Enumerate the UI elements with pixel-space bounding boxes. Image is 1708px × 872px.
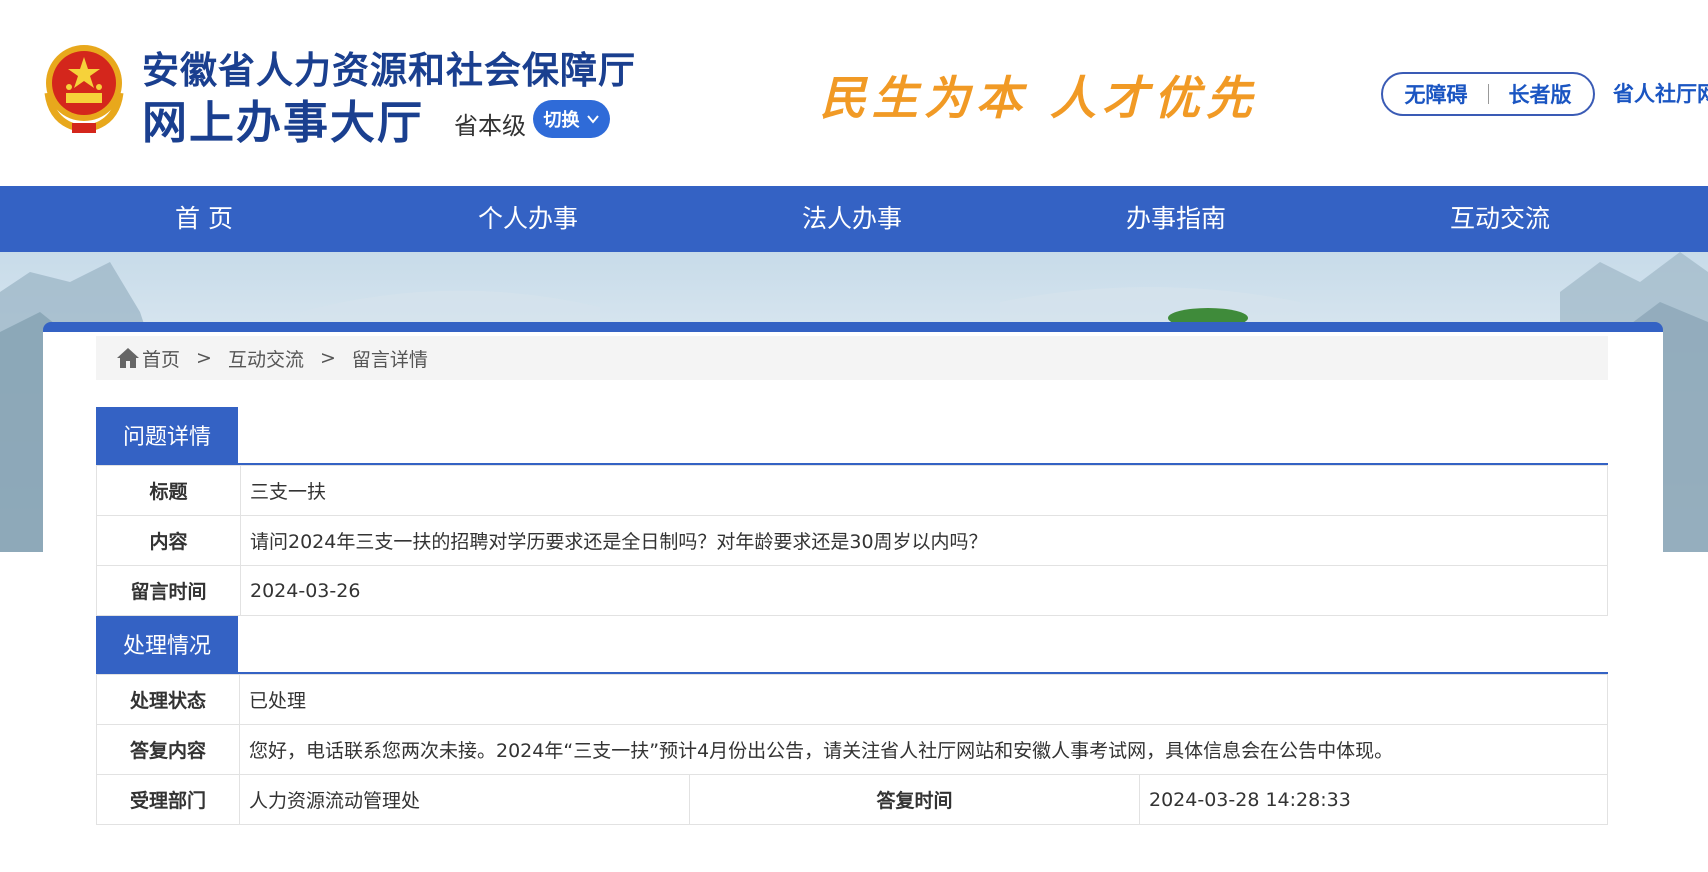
national-emblem-icon xyxy=(42,43,126,136)
breadcrumb-home[interactable]: 首页 xyxy=(116,345,180,372)
table-row: 处理状态 已处理 xyxy=(96,674,1608,725)
message-time-value: 2024-03-26 xyxy=(240,565,1608,616)
table-row: 内容 请问2024年三支一扶的招聘对学历要求还是全日制吗？对年龄要求还是30周岁… xyxy=(96,515,1608,566)
elder-mode-link[interactable]: 长者版 xyxy=(1509,79,1572,109)
department-label: 受理部门 xyxy=(96,774,240,825)
table-row: 受理部门 人力资源流动管理处 答复时间 2024-03-28 14:28:33 xyxy=(96,774,1608,825)
nav-item-corporate[interactable]: 法人办事 xyxy=(752,186,952,252)
section-title-handling: 处理情况 xyxy=(96,616,238,672)
message-time-label: 留言时间 xyxy=(96,565,241,616)
reply-time-value: 2024-03-28 14:28:33 xyxy=(1139,774,1608,825)
chevron-down-icon xyxy=(586,115,599,124)
breadcrumb-separator: > xyxy=(196,347,212,369)
accessibility-link[interactable]: 无障碍 xyxy=(1405,79,1468,109)
table-row: 答复内容 您好，电话联系您两次未接。2024年“三支一扶”预计4月份出公告，请关… xyxy=(96,724,1608,775)
nav-item-home[interactable]: 首 页 xyxy=(104,186,304,252)
nav-item-personal[interactable]: 个人办事 xyxy=(428,186,628,252)
department-site-link[interactable]: 省人社厅网 xyxy=(1613,78,1708,108)
breadcrumb-home-label: 首页 xyxy=(142,348,181,371)
breadcrumb-separator: > xyxy=(319,347,336,369)
table-row: 留言时间 2024-03-26 xyxy=(96,565,1608,616)
table-row: 标题 三支一扶 xyxy=(96,465,1608,516)
switch-label: 切换 xyxy=(543,110,580,131)
reply-label: 答复内容 xyxy=(96,724,240,775)
status-value: 已处理 xyxy=(239,674,1608,725)
nav-item-interaction[interactable]: 互动交流 xyxy=(1400,186,1600,252)
home-icon xyxy=(117,348,139,368)
slogan: 民生为本 人才优先 xyxy=(820,71,1259,125)
reply-time-label: 答复时间 xyxy=(689,774,1140,825)
breadcrumb: 首页 > 互动交流 > 留言详情 xyxy=(96,336,1608,380)
section-title-question: 问题详情 xyxy=(96,407,238,463)
department-value: 人力资源流动管理处 xyxy=(239,774,690,825)
site-header: 安徽省人力资源和社会保障厅 网上办事大厅 省本级 切换 民生为本 人才优先 无障… xyxy=(0,0,1708,186)
level-label: 省本级 xyxy=(454,112,526,140)
title-label: 标题 xyxy=(96,465,241,516)
title-value: 三支一扶 xyxy=(240,465,1608,516)
accessibility-toolbar: 无障碍 长者版 xyxy=(1381,72,1595,116)
breadcrumb-interaction[interactable]: 互动交流 xyxy=(228,345,304,372)
reply-value: 您好，电话联系您两次未接。2024年“三支一扶”预计4月份出公告，请关注省人社厅… xyxy=(239,724,1608,775)
breadcrumb-current: 留言详情 xyxy=(351,348,428,371)
handling-table: 处理状态 已处理 答复内容 您好，电话联系您两次未接。2024年“三支一扶”预计… xyxy=(96,674,1608,825)
content-label: 内容 xyxy=(96,515,241,566)
question-table: 标题 三支一扶 内容 请问2024年三支一扶的招聘对学历要求还是全日制吗？对年龄… xyxy=(96,465,1608,616)
site-subtitle: 网上办事大厅 xyxy=(142,96,425,149)
divider xyxy=(1487,84,1489,104)
main-nav: 首 页 个人办事 法人办事 办事指南 互动交流 xyxy=(0,186,1708,252)
switch-level-button[interactable]: 切换 xyxy=(533,100,610,138)
status-label: 处理状态 xyxy=(96,674,240,725)
nav-item-guide[interactable]: 办事指南 xyxy=(1076,186,1276,252)
content-value: 请问2024年三支一扶的招聘对学历要求还是全日制吗？对年龄要求还是30周岁以内吗… xyxy=(240,515,1608,566)
